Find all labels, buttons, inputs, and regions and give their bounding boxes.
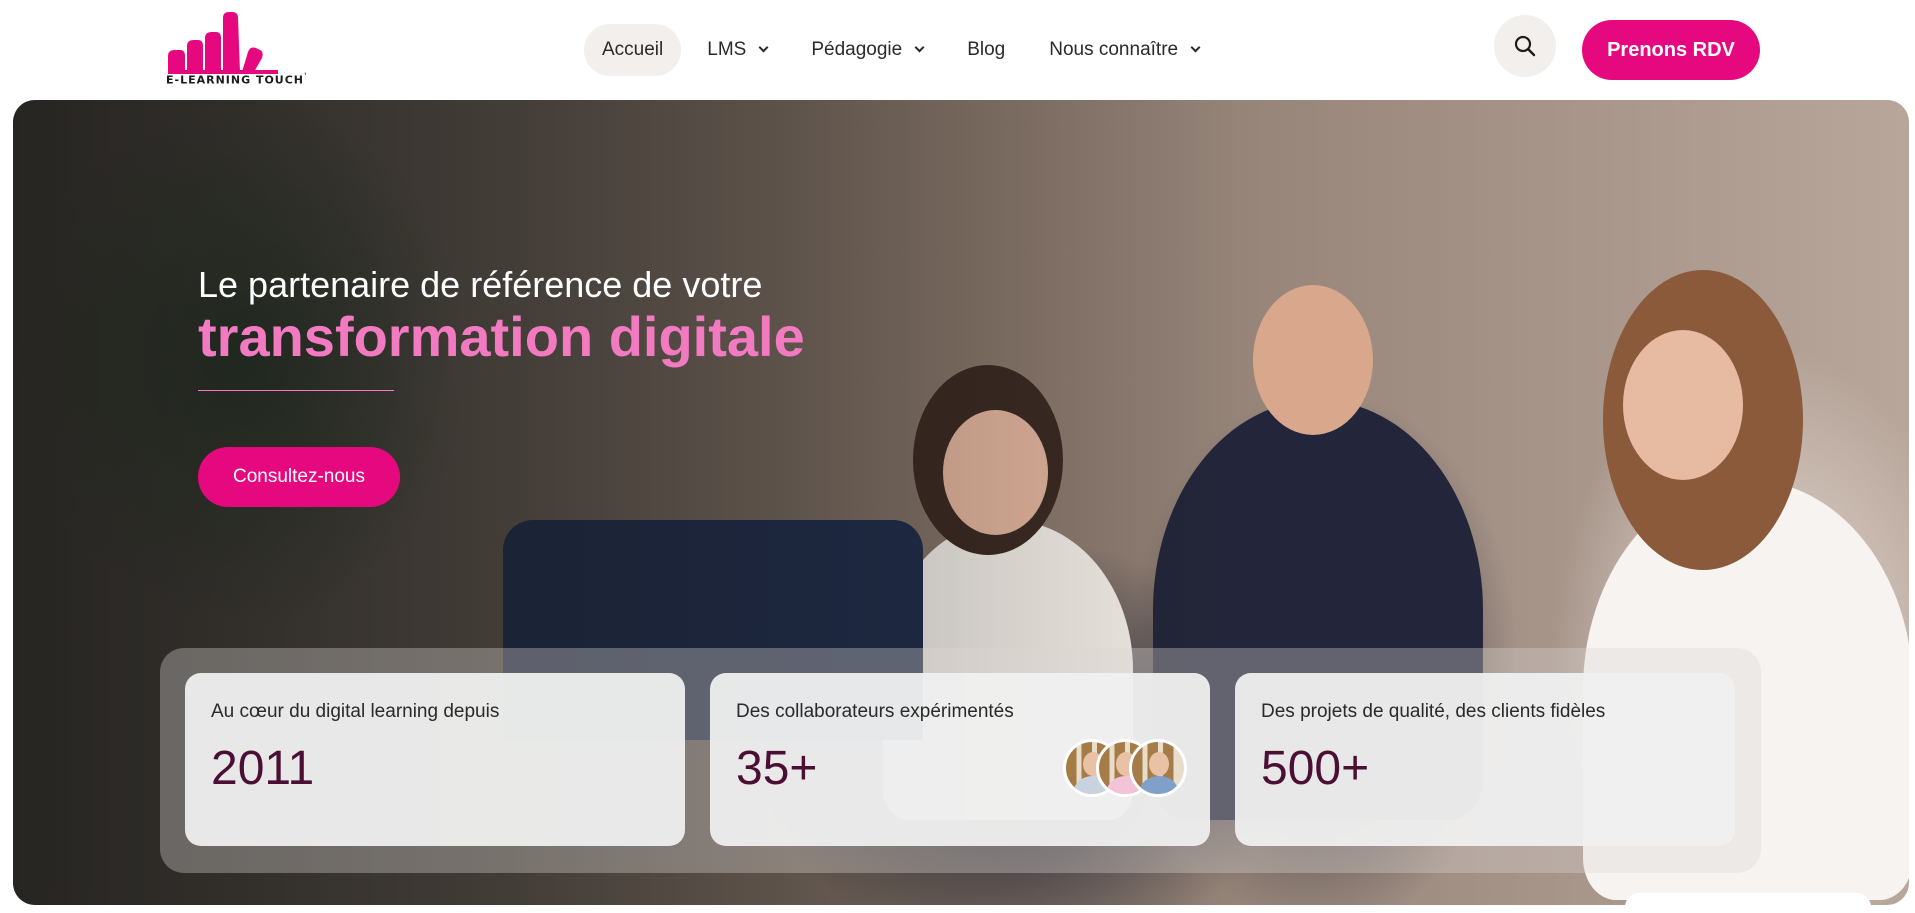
stat-card-since: Au cœur du digital learning depuis 2011 (185, 673, 685, 846)
collaborator-avatars (1063, 739, 1187, 797)
nav-item-nous-connaitre[interactable]: Nous connaître (1031, 24, 1217, 76)
stats-panel: Au cœur du digital learning depuis 2011 … (160, 648, 1761, 873)
main-nav: Accueil LMS Pédagogie Blog Nous connaîtr… (584, 24, 1225, 76)
stat-card-projects: Des projets de qualité, des clients fidè… (1235, 673, 1735, 846)
prenons-rdv-button[interactable]: Prenons RDV (1582, 20, 1760, 80)
stat-value: 500+ (1261, 742, 1370, 795)
chevron-down-icon (1190, 42, 1201, 53)
stat-value: 35+ (736, 742, 818, 795)
nav-label: Nous connaître (1049, 39, 1179, 60)
search-button[interactable] (1494, 15, 1556, 77)
stat-label: Au cœur du digital learning depuis (211, 701, 500, 722)
nav-item-blog[interactable]: Blog (949, 24, 1023, 76)
hero-title-line1: Le partenaire de référence de votre (198, 264, 763, 305)
stat-value: 2011 (211, 742, 315, 795)
nav-label: Pédagogie (811, 39, 903, 60)
consultez-nous-button[interactable]: Consultez-nous (198, 447, 400, 507)
floating-widget-tab[interactable] (1625, 893, 1871, 913)
stat-label: Des projets de qualité, des clients fidè… (1261, 701, 1606, 722)
site-header: E-LEARNING TOUCH' Accueil LMS Pédagogie … (0, 0, 1915, 100)
logo[interactable]: E-LEARNING TOUCH' (166, 12, 307, 88)
avatar (1129, 739, 1187, 797)
chevron-down-icon (758, 42, 769, 53)
logo-text: E-LEARNING TOUCH' (166, 72, 308, 87)
hero-title-line2: transformation digitale (198, 305, 805, 368)
hero-section: Le partenaire de référence de votre tran… (13, 100, 1909, 905)
stat-card-collaborators: Des collaborateurs expérimentés 35+ (710, 673, 1210, 846)
nav-item-accueil[interactable]: Accueil (584, 24, 682, 76)
nav-item-lms[interactable]: LMS (689, 24, 785, 76)
nav-item-pedagogie[interactable]: Pédagogie (793, 24, 941, 76)
search-icon (1514, 35, 1536, 57)
hero-divider (198, 390, 394, 391)
nav-label: Blog (967, 39, 1006, 60)
logo-mark-icon (168, 12, 278, 74)
nav-label: Accueil (602, 39, 664, 60)
nav-label: LMS (707, 39, 747, 60)
stat-label: Des collaborateurs expérimentés (736, 701, 1014, 722)
chevron-down-icon (914, 42, 925, 53)
